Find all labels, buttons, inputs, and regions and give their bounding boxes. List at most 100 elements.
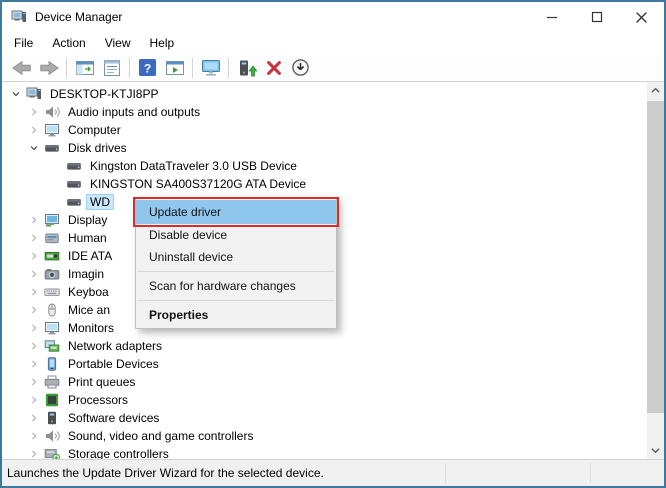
properties-icon [102,58,122,78]
forward-button[interactable] [35,56,62,80]
tree-item-label: WD [87,195,113,209]
context-menu-separator [137,271,335,272]
disk-icon [66,194,82,210]
console-tree-button[interactable] [71,56,98,80]
disable-icon [291,58,310,77]
tree-item-label: Processors [65,393,131,407]
tree-item[interactable]: Software devices [2,409,647,427]
disk-icon [66,176,82,192]
tree-item[interactable]: Disk drives [2,139,647,157]
menubar: File Action View Help [2,32,664,54]
chevron-collapsed-icon[interactable] [26,212,42,228]
disable-device-button[interactable] [287,56,314,80]
titlebar: Device Manager [2,2,664,32]
chevron-collapsed-icon[interactable] [26,230,42,246]
chevron-expanded-icon[interactable] [26,140,42,156]
chevron-collapsed-icon[interactable] [26,320,42,336]
tree-item-label: Kingston DataTraveler 3.0 USB Device [87,159,300,173]
uninstall-icon [265,59,283,77]
tree-item[interactable]: Audio inputs and outputs [2,103,647,121]
chevron-collapsed-icon[interactable] [26,374,42,390]
chevron-collapsed-icon[interactable] [26,428,42,444]
close-button[interactable] [619,2,664,32]
chevron-collapsed-icon[interactable] [26,122,42,138]
help-button[interactable]: ? [134,56,161,80]
chevron-collapsed-icon[interactable] [26,410,42,426]
tree-item-label: Print queues [65,375,138,389]
network-icon [44,338,60,354]
monitor-icon [44,320,60,336]
toolbar-separator [66,58,67,78]
back-button[interactable] [8,56,35,80]
update-driver-icon [237,58,257,78]
chevron-collapsed-icon[interactable] [26,338,42,354]
tree-item[interactable]: DESKTOP-KTJI8PP [2,85,647,103]
tree-item[interactable]: Print queues [2,373,647,391]
scroll-up-button[interactable] [647,82,664,99]
tree-item-label: Disk drives [65,141,130,155]
chevron-expanded-icon[interactable] [8,86,24,102]
storage-icon [44,446,60,459]
properties-button[interactable] [98,56,125,80]
context-menu-item-disable-device[interactable]: Disable device [136,224,336,246]
scrollbar-track[interactable] [647,413,664,442]
context-menu-item-update-driver[interactable]: Update driver [136,200,336,224]
update-driver-button[interactable] [233,56,260,80]
uninstall-device-button[interactable] [260,56,287,80]
context-menu-item-scan-for-hardware-changes[interactable]: Scan for hardware changes [136,275,336,297]
action-pane-button[interactable] [161,56,188,80]
computer-icon [26,86,42,102]
disk-icon [66,158,82,174]
minimize-icon [546,11,558,23]
menu-view[interactable]: View [105,36,131,50]
toolbar: ? [2,54,664,82]
tree-item[interactable]: Computer [2,121,647,139]
chevron-collapsed-icon[interactable] [26,104,42,120]
chevron-collapsed-icon[interactable] [26,248,42,264]
audio-icon [44,104,60,120]
monitor-icon [44,122,60,138]
status-text: Launches the Update Driver Wizard for th… [7,466,324,480]
vertical-scrollbar[interactable] [647,82,664,459]
context-menu-item-uninstall-device[interactable]: Uninstall device [136,246,336,268]
chevron-collapsed-icon[interactable] [26,266,42,282]
statusbar-divider [590,463,591,483]
scan-hardware-button[interactable] [197,56,224,80]
tree-item-label: Keyboa [65,285,112,299]
menu-file[interactable]: File [14,36,33,50]
context-menu-item-properties[interactable]: Properties [136,304,336,326]
menu-help[interactable]: Help [150,36,175,50]
chevron-collapsed-icon[interactable] [26,446,42,459]
statusbar: Launches the Update Driver Wizard for th… [2,459,664,486]
statusbar-divider [445,463,446,483]
chevron-collapsed-icon[interactable] [26,284,42,300]
imaging-icon [44,266,60,282]
console-tree-icon [75,58,95,78]
cpu-icon [44,392,60,408]
forward-icon [38,58,60,78]
tree-item-label: Sound, video and game controllers [65,429,256,443]
scrollbar-thumb[interactable] [647,101,664,413]
maximize-button[interactable] [574,2,619,32]
scan-computer-icon [200,58,222,78]
tree-item-label: Software devices [65,411,162,425]
printer-icon [44,374,60,390]
chevron-collapsed-icon[interactable] [26,392,42,408]
disk-icon [44,140,60,156]
tree-item[interactable]: Storage controllers [2,445,647,459]
tree-item[interactable]: Portable Devices [2,355,647,373]
tree-item-label: KINGSTON SA400S37120G ATA Device [87,177,309,191]
chevron-collapsed-icon[interactable] [26,302,42,318]
menu-action[interactable]: Action [52,36,85,50]
minimize-button[interactable] [529,2,574,32]
tree-item[interactable]: Kingston DataTraveler 3.0 USB Device [2,157,647,175]
tree-item[interactable]: KINGSTON SA400S37120G ATA Device [2,175,647,193]
tree-item[interactable]: Sound, video and game controllers [2,427,647,445]
chevron-collapsed-icon[interactable] [26,356,42,372]
tree-item-label: DESKTOP-KTJI8PP [47,87,161,101]
scroll-down-button[interactable] [647,442,664,459]
tree-item[interactable]: Network adapters [2,337,647,355]
display-icon [44,212,60,228]
tree-item[interactable]: Processors [2,391,647,409]
tree-item-label: Audio inputs and outputs [65,105,203,119]
